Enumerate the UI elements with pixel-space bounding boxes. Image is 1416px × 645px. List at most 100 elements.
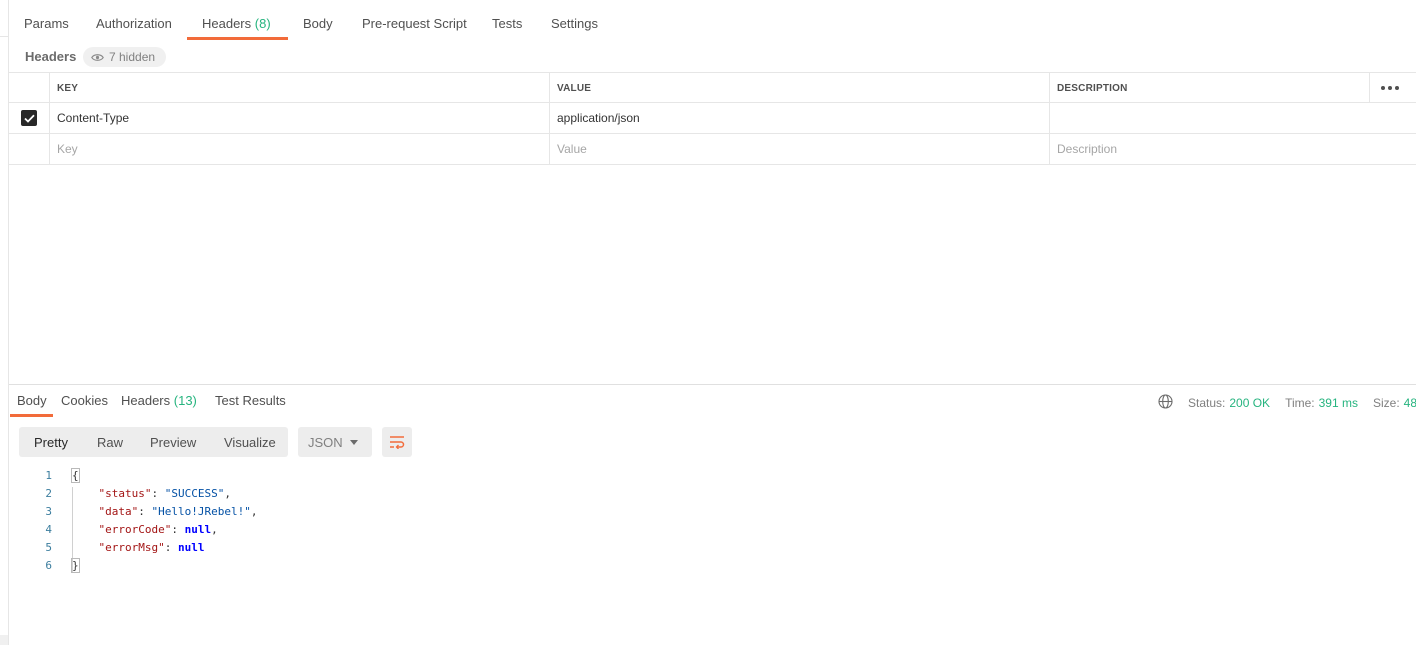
mode-visualize-button[interactable]: Visualize — [224, 435, 276, 450]
tab-params[interactable]: Params — [24, 16, 69, 31]
line-number: 5 — [45, 541, 52, 554]
tab-label: Tests — [492, 16, 523, 31]
code-line: 4 "errorCode": null, — [20, 521, 620, 539]
header-value-cell[interactable]: application/json — [549, 103, 1049, 133]
json-key: "errorCode" — [98, 523, 172, 536]
wrap-lines-button[interactable] — [382, 427, 412, 457]
json-value: null — [184, 523, 212, 536]
tab-label: Pre-request Script — [362, 16, 467, 31]
tab-label: Params — [24, 16, 69, 31]
size-label: Size: — [1372, 396, 1400, 410]
code-text: } — [71, 557, 80, 575]
json-value: "SUCCESS" — [164, 487, 225, 500]
table-row-new: Key Value Description — [9, 134, 1416, 165]
active-tab-indicator — [187, 37, 288, 40]
row-enabled-checkbox[interactable] — [21, 110, 37, 126]
tab-label: Authorization — [96, 16, 172, 31]
column-header-description: DESCRIPTION — [1049, 73, 1369, 103]
request-tabs: Params Authorization Headers (8) Body Pr… — [9, 0, 1416, 40]
ellipsis-icon[interactable] — [1380, 86, 1399, 90]
header-description-cell[interactable] — [1049, 103, 1369, 133]
tab-label: Settings — [551, 16, 598, 31]
tab-tests[interactable]: Tests — [492, 16, 522, 31]
status-label: Status: — [1188, 396, 1226, 410]
line-number: 6 — [45, 559, 52, 572]
line-number: 4 — [45, 523, 52, 536]
new-description-input[interactable]: Description — [1049, 134, 1369, 164]
left-scroll-corner — [0, 635, 8, 645]
open-brace: { — [71, 468, 80, 483]
format-dropdown[interactable]: JSON — [298, 427, 372, 457]
left-border-tick — [0, 36, 8, 37]
mode-raw-button[interactable]: Raw — [97, 435, 123, 450]
response-tab-test-results[interactable]: Test Results — [215, 393, 286, 408]
eye-icon — [91, 53, 104, 62]
code-line: 3 "data": "Hello!JRebel!", — [20, 503, 620, 521]
code-text: "status": "SUCCESS", — [98, 487, 231, 500]
size-value[interactable]: 480 — [1404, 396, 1416, 410]
wrap-lines-icon — [390, 436, 405, 449]
json-key: "status" — [98, 487, 152, 500]
response-tab-body[interactable]: Body — [17, 393, 47, 408]
new-key-input[interactable]: Key — [49, 134, 549, 164]
time-label: Time: — [1285, 396, 1315, 410]
tab-label: Test Results — [215, 393, 286, 408]
format-value: JSON — [308, 434, 343, 450]
tab-label: Cookies — [61, 393, 108, 408]
close-brace: } — [71, 558, 80, 573]
time-value[interactable]: 391 ms — [1319, 396, 1358, 410]
globe-icon[interactable] — [1158, 394, 1173, 412]
tab-pre-request-script[interactable]: Pre-request Script — [362, 16, 467, 31]
code-text: "data": "Hello!JRebel!", — [98, 505, 258, 518]
code-line: 2 "status": "SUCCESS", — [20, 485, 620, 503]
tab-label: Headers — [202, 16, 252, 31]
tab-label: Body — [17, 393, 47, 408]
response-divider[interactable] — [9, 384, 1416, 385]
view-mode-group: Pretty Raw Preview Visualize — [19, 427, 288, 457]
json-value: null — [177, 541, 205, 554]
tab-label: Headers — [121, 393, 171, 408]
new-value-input[interactable]: Value — [549, 134, 1049, 164]
hidden-count-label: 7 hidden — [109, 50, 156, 64]
code-line: 6 } — [20, 557, 620, 575]
tab-label: Body — [303, 16, 333, 31]
chevron-down-icon — [350, 440, 358, 445]
tab-count: (8) — [254, 16, 271, 31]
column-options — [1369, 73, 1409, 103]
json-value: "Hello!JRebel!" — [151, 505, 251, 518]
header-key-cell[interactable]: Content-Type — [49, 103, 549, 133]
header-check-cell — [9, 73, 49, 103]
json-key: "data" — [98, 505, 139, 518]
tab-headers[interactable]: Headers (8) — [202, 16, 271, 31]
tab-settings[interactable]: Settings — [551, 16, 598, 31]
column-header-value: VALUE — [549, 73, 1049, 103]
response-tab-headers[interactable]: Headers (13) — [121, 393, 197, 408]
row-check-cell — [9, 134, 49, 164]
checkmark-icon — [23, 114, 35, 123]
mode-preview-button[interactable]: Preview — [150, 435, 196, 450]
json-key: "errorMsg" — [98, 541, 165, 554]
row-check-cell — [9, 103, 49, 133]
tab-body[interactable]: Body — [303, 16, 333, 31]
tab-authorization[interactable]: Authorization — [96, 16, 172, 31]
status-value[interactable]: 200 OK — [1229, 396, 1270, 410]
code-text: "errorMsg": null — [98, 541, 205, 554]
line-number: 1 — [45, 469, 52, 482]
table-row: Content-Type application/json — [9, 103, 1416, 134]
code-text: "errorCode": null, — [98, 523, 218, 536]
line-number: 2 — [45, 487, 52, 500]
code-text: { — [71, 467, 80, 485]
response-body-editor[interactable]: 1 { 2 "status": "SUCCESS", 3 "data": "He… — [20, 467, 620, 575]
mode-pretty-button[interactable]: Pretty — [34, 435, 68, 450]
line-number: 3 — [45, 505, 52, 518]
hidden-headers-toggle[interactable]: 7 hidden — [83, 47, 166, 67]
active-response-tab-indicator — [10, 414, 53, 417]
response-tab-cookies[interactable]: Cookies — [61, 393, 108, 408]
column-header-key: KEY — [49, 73, 549, 103]
code-line: 1 { — [20, 467, 620, 485]
table-header-row: KEY VALUE DESCRIPTION — [9, 72, 1416, 103]
headers-section-title: Headers — [25, 49, 77, 64]
tab-count: (13) — [173, 393, 197, 408]
response-status-bar: Status: 200 OK Time: 391 ms Size: 480 — [1158, 394, 1416, 412]
headers-table: KEY VALUE DESCRIPTION Content-Type appli… — [9, 72, 1416, 165]
